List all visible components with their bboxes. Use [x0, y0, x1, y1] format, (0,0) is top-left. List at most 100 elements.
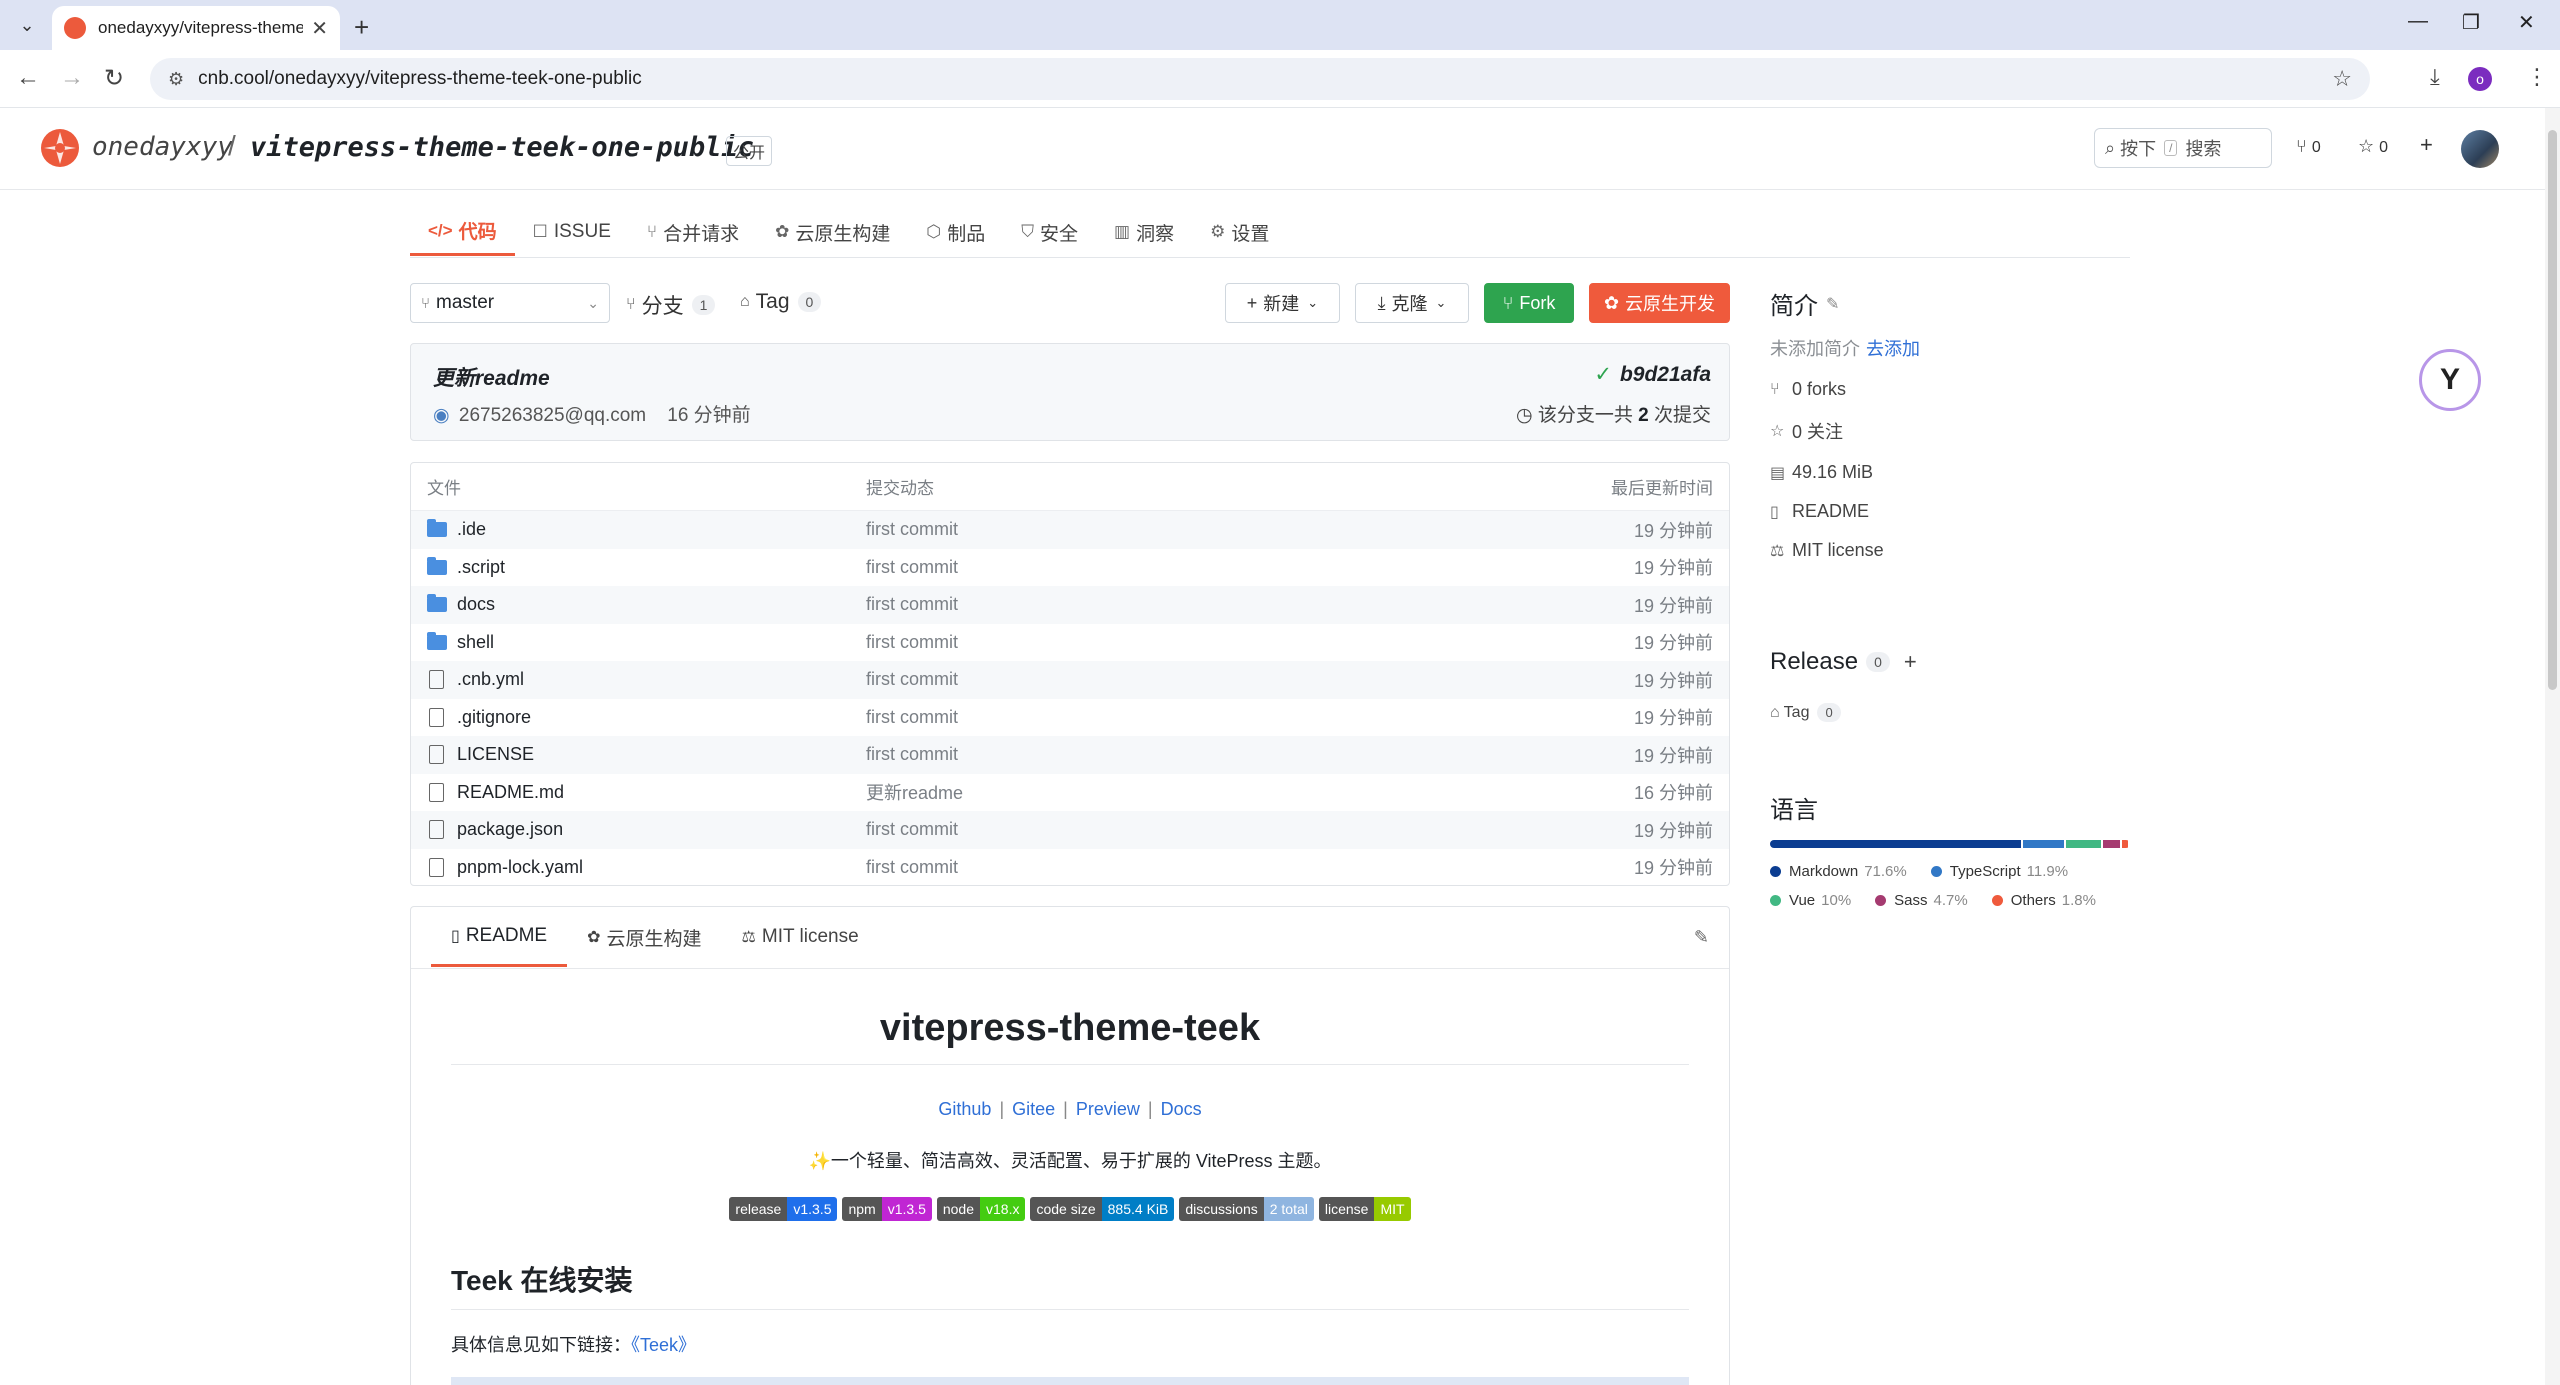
close-tab-icon[interactable]: ✕: [311, 16, 328, 41]
browser-tab[interactable]: onedayxyy/vitepress-theme-teek-one-publi…: [52, 6, 340, 50]
add-release-icon[interactable]: +: [1904, 649, 1917, 675]
add-intro-link[interactable]: 去添加: [1866, 339, 1920, 359]
download-icon[interactable]: ⤓: [2430, 64, 2440, 90]
language-legend-item[interactable]: TypeScript 11.9%: [1930, 863, 2068, 880]
language-legend-item[interactable]: Sass 4.7%: [1875, 892, 1968, 909]
page-scrollbar[interactable]: [2545, 108, 2560, 1385]
clone-button[interactable]: ⤓ 克隆 ⌄: [1355, 283, 1469, 323]
sidebar-tag-link[interactable]: ⌂ Tag 0: [1770, 703, 1841, 722]
file-commit-message[interactable]: first commit: [866, 594, 1529, 615]
readme-badge[interactable]: release v1.3.5: [729, 1197, 838, 1221]
tab-insights[interactable]: ▥ 洞察: [1096, 208, 1192, 256]
repo-owner-link[interactable]: onedayxyy: [92, 132, 233, 162]
forward-icon[interactable]: →: [60, 64, 84, 92]
file-commit-message[interactable]: first commit: [866, 557, 1529, 578]
file-row[interactable]: shell first commit 19 分钟前: [411, 624, 1729, 662]
file-row[interactable]: pnpm-lock.yaml first commit 19 分钟前: [411, 849, 1729, 886]
file-name[interactable]: .gitignore: [457, 707, 531, 728]
profile-avatar[interactable]: o: [2468, 67, 2492, 91]
file-name[interactable]: README.md: [457, 782, 564, 803]
readme-tab-readme[interactable]: ▯ README: [431, 907, 568, 967]
back-icon[interactable]: ←: [16, 64, 40, 92]
branch-selector[interactable]: ⑂ master ⌄: [410, 283, 610, 323]
readme-badge[interactable]: node v18.x: [936, 1197, 1026, 1221]
file-name[interactable]: LICENSE: [457, 744, 534, 765]
cloud-dev-button[interactable]: ✿ 云原生开发: [1589, 283, 1730, 323]
readme-badge[interactable]: license MIT: [1318, 1197, 1411, 1221]
browser-menu-icon[interactable]: ⋮: [2526, 64, 2548, 90]
docs-link[interactable]: Docs: [1161, 1099, 1202, 1119]
commit-message[interactable]: 更新readme: [433, 362, 550, 392]
scrollbar-thumb[interactable]: [2548, 130, 2557, 690]
language-legend-item[interactable]: Markdown 71.6%: [1770, 863, 1907, 880]
close-window-icon[interactable]: ✕: [2518, 10, 2535, 35]
file-name[interactable]: .script: [457, 557, 505, 578]
new-button[interactable]: + 新建 ⌄: [1225, 283, 1340, 323]
branches-link[interactable]: ⑂ 分支 1: [626, 290, 716, 320]
file-commit-message[interactable]: first commit: [866, 744, 1529, 765]
minimize-icon[interactable]: —: [2408, 10, 2428, 33]
edit-readme-icon[interactable]: ✎: [1694, 927, 1709, 948]
readme-badge[interactable]: code size 885.4 KiB: [1030, 1197, 1175, 1221]
site-info-icon[interactable]: ⚙: [168, 69, 184, 90]
file-name[interactable]: .cnb.yml: [457, 669, 524, 690]
file-row[interactable]: .ide first commit 19 分钟前: [411, 511, 1729, 549]
header-star-button[interactable]: ☆ 0: [2358, 136, 2388, 157]
commit-hash[interactable]: ✓ b9d21afa: [1594, 362, 1711, 387]
repo-stat[interactable]: ▯ README: [1770, 501, 2130, 522]
tab-code[interactable]: </> 代码: [410, 208, 515, 256]
search-input[interactable]: ⌕ 按下 / 搜索: [2094, 128, 2272, 168]
teek-link[interactable]: 《Teek》: [631, 1335, 696, 1355]
readme-tab-build[interactable]: ✿ 云原生构建: [567, 907, 721, 967]
cnb-logo-icon[interactable]: [40, 128, 80, 168]
repo-stat[interactable]: ⚖ MIT license: [1770, 540, 2130, 561]
bookmark-star-icon[interactable]: ☆: [2332, 66, 2352, 92]
readme-badge[interactable]: npm v1.3.5: [842, 1197, 932, 1221]
repo-stat[interactable]: ▤ 49.16 MiB: [1770, 462, 2130, 483]
tab-packages[interactable]: ⬡ 制品: [908, 208, 1003, 256]
tab-build[interactable]: ✿ 云原生构建: [757, 208, 908, 256]
file-commit-message[interactable]: first commit: [866, 707, 1529, 728]
gitee-link[interactable]: Gitee: [1012, 1099, 1055, 1119]
tab-settings[interactable]: ⚙ 设置: [1192, 208, 1287, 256]
commit-total-link[interactable]: ◷ 该分支一共 2 次提交: [1516, 400, 1711, 427]
file-row[interactable]: .gitignore first commit 19 分钟前: [411, 699, 1729, 737]
language-legend-item[interactable]: Vue 10%: [1770, 892, 1851, 909]
reload-icon[interactable]: ↻: [104, 64, 124, 93]
file-commit-message[interactable]: first commit: [866, 857, 1529, 878]
tab-security[interactable]: ⛉ 安全: [1003, 208, 1096, 256]
file-row[interactable]: .cnb.yml first commit 19 分钟前: [411, 661, 1729, 699]
repo-stat[interactable]: ⑂ 0 forks: [1770, 379, 2130, 400]
file-name[interactable]: pnpm-lock.yaml: [457, 857, 583, 878]
file-row[interactable]: README.md 更新readme 16 分钟前: [411, 774, 1729, 812]
edit-intro-icon[interactable]: ✎: [1826, 294, 1839, 314]
tab-search-icon[interactable]: ⌄: [14, 12, 40, 38]
file-row[interactable]: package.json first commit 19 分钟前: [411, 811, 1729, 849]
file-commit-message[interactable]: first commit: [866, 819, 1529, 840]
file-name[interactable]: shell: [457, 632, 494, 653]
address-bar[interactable]: ⚙ cnb.cool/onedayxyy/vitepress-theme-tee…: [150, 58, 2370, 100]
header-fork-button[interactable]: ⑂ 0: [2296, 136, 2321, 157]
file-row[interactable]: .script first commit 19 分钟前: [411, 549, 1729, 587]
file-row[interactable]: docs first commit 19 分钟前: [411, 586, 1729, 624]
file-commit-message[interactable]: 更新readme: [866, 779, 1529, 805]
file-name[interactable]: package.json: [457, 819, 563, 840]
new-tab-icon[interactable]: +: [354, 12, 369, 43]
fork-button[interactable]: ⑂ Fork: [1484, 283, 1574, 323]
file-name[interactable]: .ide: [457, 519, 486, 540]
repo-name-link[interactable]: vitepress-theme-teek-one-public: [250, 132, 754, 163]
github-link[interactable]: Github: [938, 1099, 991, 1119]
file-row[interactable]: LICENSE first commit 19 分钟前: [411, 736, 1729, 774]
tags-link[interactable]: ⌂ Tag 0: [740, 290, 822, 314]
file-name[interactable]: docs: [457, 594, 495, 615]
commit-author-email[interactable]: 2675263825@qq.com: [459, 405, 646, 426]
readme-badge[interactable]: discussions 2 total: [1179, 1197, 1314, 1221]
user-avatar[interactable]: [2461, 130, 2499, 168]
file-commit-message[interactable]: first commit: [866, 669, 1529, 690]
repo-stat[interactable]: ☆ 0 关注: [1770, 418, 2130, 444]
floating-assistant-button[interactable]: Y: [2419, 349, 2481, 411]
tab-merge-requests[interactable]: ⑂ 合并请求: [629, 208, 757, 256]
readme-tab-license[interactable]: ⚖ MIT license: [722, 907, 879, 967]
release-title[interactable]: Release: [1770, 648, 1858, 676]
create-plus-icon[interactable]: +: [2420, 132, 2433, 158]
